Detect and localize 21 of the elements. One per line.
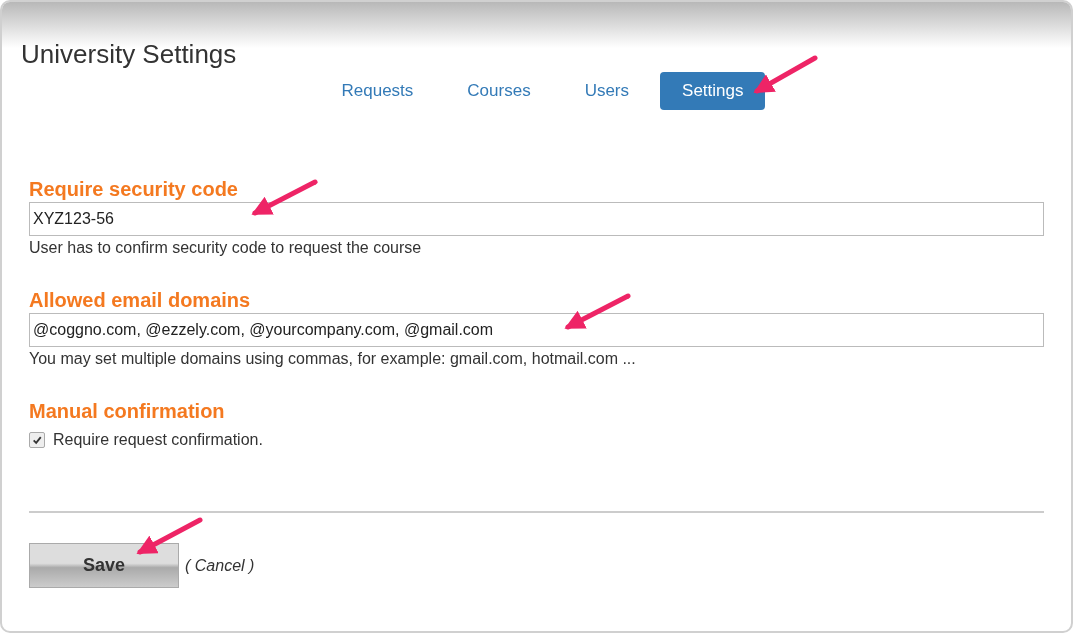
annotation-arrow (564, 293, 631, 330)
checkbox-label: Require request confirmation. (53, 431, 263, 449)
check-icon (32, 435, 42, 445)
annotation-arrow (251, 179, 318, 216)
page-title: University Settings (21, 38, 238, 70)
checkbox[interactable] (29, 432, 45, 448)
help-text: You may set multiple domains using commas, for example: gmail.com, hotmail.com ... (29, 350, 637, 368)
input-field[interactable]: @coggno.com, @ezzely.com, @yourcompany.com, @gmail.com (29, 313, 1044, 347)
field-label: Require security code (29, 177, 238, 202)
annotation-arrow (136, 517, 203, 555)
field-label: Manual confirmation (29, 399, 225, 424)
save-button[interactable]: Save (29, 543, 179, 588)
tab[interactable]: Settings (660, 72, 766, 110)
cancel-link[interactable]: ( Cancel ) (185, 556, 255, 575)
help-text: User has to confirm security code to request the course (29, 239, 423, 257)
field-label: Allowed email domains (29, 288, 251, 313)
tab[interactable]: Courses (440, 72, 558, 110)
tab[interactable]: Users (557, 72, 657, 110)
tab[interactable]: Requests (314, 72, 441, 110)
annotation-arrow (753, 55, 818, 94)
input-field[interactable]: XYZ123-56 (29, 202, 1044, 236)
